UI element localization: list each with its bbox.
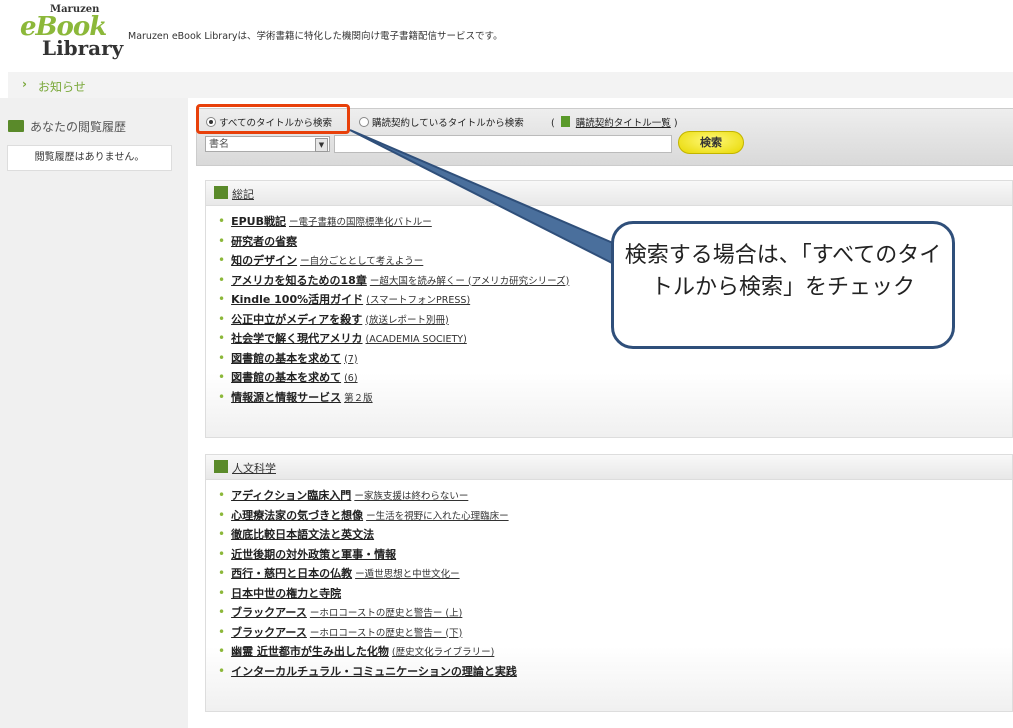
- category-title-link[interactable]: 総記: [232, 186, 254, 202]
- category-panel-humanities: 人文科学 アディクション臨床入門ー家族支援は終わらないー 心理療法家の気づきと想…: [205, 454, 1013, 712]
- chevron-right-icon: ›: [22, 77, 27, 91]
- title-link[interactable]: 日本中世の権力と寺院: [231, 587, 341, 600]
- title-link[interactable]: ブラックアース: [231, 626, 307, 639]
- close-paren: ): [673, 118, 678, 129]
- list-item[interactable]: ブラックアースーホロコーストの歴史と警告ー (下): [218, 624, 520, 644]
- search-button[interactable]: 検索: [678, 131, 744, 154]
- title-link[interactable]: アディクション臨床入門: [231, 489, 351, 502]
- list-item[interactable]: アメリカを知るための18章ー超大国を読み解くー (アメリカ研究シリーズ): [218, 272, 569, 292]
- list-item[interactable]: 日本中世の権力と寺院: [218, 585, 520, 605]
- subtitle-text[interactable]: (7): [344, 354, 357, 365]
- list-item[interactable]: 図書館の基本を求めて(7): [218, 350, 569, 370]
- subtitle-text[interactable]: (放送レポート別冊): [365, 315, 448, 326]
- title-link[interactable]: ブラックアース: [231, 606, 307, 619]
- list-item[interactable]: インターカルチュラル・コミュニケーションの理論と実践: [218, 663, 520, 683]
- title-link[interactable]: 図書館の基本を求めて: [231, 371, 341, 384]
- logo-library-text: Library: [42, 36, 124, 60]
- title-link[interactable]: 近世後期の対外政策と軍事・情報: [231, 548, 396, 561]
- list-item[interactable]: Kindle 100%活用ガイド(スマートフォンPRESS): [218, 291, 569, 311]
- subtitle-text[interactable]: ー遁世思想と中世文化ー: [355, 569, 460, 580]
- subtitle-text[interactable]: ー超大国を読み解くー (アメリカ研究シリーズ): [370, 276, 569, 287]
- list-item[interactable]: アディクション臨床入門ー家族支援は終わらないー: [218, 487, 520, 507]
- subtitle-text[interactable]: ーホロコーストの歴史と警告ー (下): [310, 628, 462, 639]
- subtitle-text[interactable]: 第２版: [344, 393, 373, 404]
- instruction-callout: 検索する場合は、「すべてのタイトルから検索」をチェック: [611, 221, 955, 349]
- subtitle-text[interactable]: ー家族支援は終わらないー: [354, 491, 468, 502]
- subtitle-text[interactable]: (ACADEMIA SOCIETY): [366, 334, 467, 345]
- open-book-icon: [8, 120, 24, 132]
- subtitle-text[interactable]: (スマートフォンPRESS): [366, 295, 470, 306]
- list-item[interactable]: 西行・慈円と日本の仏教ー遁世思想と中世文化ー: [218, 565, 520, 585]
- title-link[interactable]: 社会学で解く現代アメリカ: [231, 332, 362, 345]
- title-link[interactable]: 公正中立がメディアを殺す: [231, 313, 362, 326]
- list-item[interactable]: 近世後期の対外政策と軍事・情報: [218, 546, 520, 566]
- history-title: あなたの閲覧履歴: [30, 120, 127, 134]
- title-link[interactable]: アメリカを知るための18章: [231, 274, 367, 287]
- list-item[interactable]: 公正中立がメディアを殺す(放送レポート別冊): [218, 311, 569, 331]
- title-link[interactable]: 図書館の基本を求めて: [231, 352, 341, 365]
- list-item[interactable]: 社会学で解く現代アメリカ (ACADEMIA SOCIETY): [218, 330, 569, 350]
- museum-icon: [214, 460, 228, 473]
- list-item[interactable]: ブラックアースーホロコーストの歴史と警告ー (上): [218, 604, 520, 624]
- subtitle-text[interactable]: ーホロコーストの歴史と警告ー (上): [310, 608, 462, 619]
- title-list: アディクション臨床入門ー家族支援は終わらないー 心理療法家の気づきと想像ー生活を…: [218, 487, 520, 682]
- list-item[interactable]: 図書館の基本を求めて(6): [218, 369, 569, 389]
- list-item[interactable]: 情報源と情報サービス第２版: [218, 389, 569, 409]
- history-empty-message: 閲覧履歴はありません。: [7, 145, 172, 171]
- title-link[interactable]: EPUB戦記: [231, 215, 286, 228]
- title-link[interactable]: 幽霊 近世都市が生み出した化物: [231, 645, 389, 658]
- notice-bar[interactable]: › お知らせ: [8, 72, 1013, 98]
- title-link[interactable]: 情報源と情報サービス: [231, 391, 341, 404]
- dropdown-arrow-icon[interactable]: ▼: [315, 138, 328, 152]
- subtitle-text[interactable]: (歴史文化ライブラリー): [392, 647, 494, 658]
- site-tagline: Maruzen eBook Libraryは、学術書籍に特化した機関向け電子書籍…: [128, 31, 503, 42]
- callout-pointer: [349, 129, 622, 266]
- history-heading: あなたの閲覧履歴: [8, 118, 126, 135]
- subtitle-text[interactable]: ー生活を視野に入れた心理臨床ー: [366, 511, 509, 522]
- search-field-select[interactable]: 書名 ▼: [205, 136, 330, 152]
- list-item[interactable]: 心理療法家の気づきと想像ー生活を視野に入れた心理臨床ー: [218, 507, 520, 527]
- list-item[interactable]: 幽霊 近世都市が生み出した化物(歴史文化ライブラリー): [218, 643, 520, 663]
- search-field-select-value: 書名: [209, 139, 229, 150]
- title-link[interactable]: 徹底比較日本語文法と英文法: [231, 528, 374, 541]
- category-header: 人文科学: [206, 455, 1012, 480]
- title-link[interactable]: Kindle 100%活用ガイド: [231, 293, 363, 306]
- maruzen-ebook-library-logo[interactable]: Maruzen eBook Library: [18, 4, 123, 64]
- title-link[interactable]: インターカルチュラル・コミュニケーションの理論と実践: [231, 665, 517, 678]
- notice-link[interactable]: お知らせ: [38, 78, 86, 95]
- title-link[interactable]: 西行・慈円と日本の仏教: [231, 567, 352, 580]
- sidebar: [0, 98, 188, 728]
- callout-text: 検索する場合は、「すべてのタイトルから検索」をチェック: [624, 243, 942, 300]
- title-link[interactable]: 研究者の省察: [231, 235, 297, 248]
- highlight-annotation-box: [196, 104, 350, 134]
- graduation-cap-icon: [214, 186, 228, 199]
- list-item[interactable]: 徹底比較日本語文法と英文法: [218, 526, 520, 546]
- title-link[interactable]: 心理療法家の気づきと想像: [231, 509, 363, 522]
- title-link[interactable]: 知のデザイン: [231, 254, 297, 267]
- category-title-link[interactable]: 人文科学: [232, 460, 276, 476]
- subtitle-text[interactable]: (6): [344, 373, 357, 384]
